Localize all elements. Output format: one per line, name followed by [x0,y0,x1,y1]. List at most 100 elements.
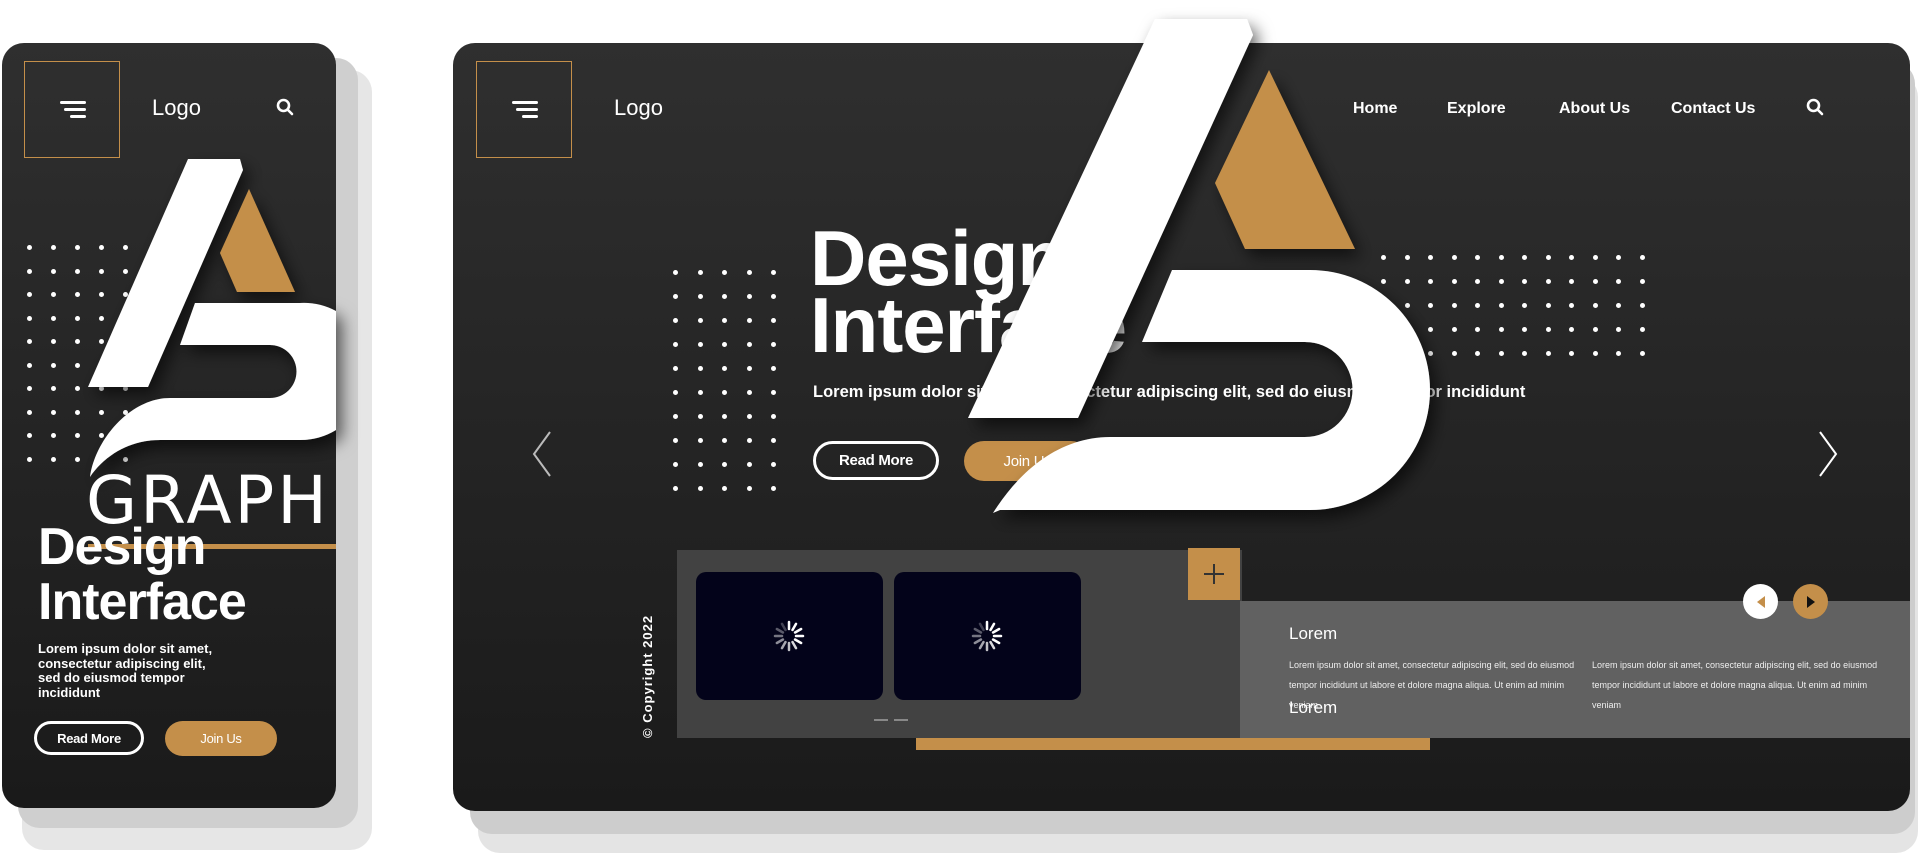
prev-button[interactable] [1743,584,1778,619]
dot [1428,303,1433,308]
dot [27,362,32,368]
dot [1381,303,1386,308]
nav-explore[interactable]: Explore [1447,100,1506,118]
dot [697,342,703,347]
dot [1475,327,1480,332]
dot [1475,351,1480,356]
dot [51,409,56,415]
dot [697,414,703,419]
dot [51,292,56,297]
dot [75,433,80,438]
dot [27,456,32,462]
dot [51,456,56,462]
dot [99,433,104,438]
dot [771,414,776,419]
read-more-button[interactable]: Read More [813,441,939,480]
pagination-dash[interactable] [874,719,888,721]
dot [1545,351,1551,356]
dot [1569,351,1574,356]
dot [1498,351,1504,356]
dot [722,342,727,347]
nav-home[interactable]: Home [1353,100,1397,118]
dot [1404,255,1410,260]
dot [1451,303,1457,308]
video-card[interactable] [696,572,883,700]
pagination-dash[interactable] [894,719,908,721]
dot [99,362,104,368]
dot [1639,303,1645,308]
next-button[interactable] [1793,584,1828,619]
dot [27,292,32,297]
dot [1616,351,1621,356]
dot [673,414,678,419]
dot [673,486,678,491]
dot [697,390,703,395]
dot [771,270,776,275]
dot [673,390,678,395]
dot [75,245,80,250]
logo[interactable]: Logo [152,95,201,121]
dot [75,339,80,344]
dot [1475,279,1480,284]
dot [99,292,104,297]
dot [722,294,727,299]
info-text: Lorem ipsum dolor sit amet, consectetur … [1592,660,1878,710]
dot [123,339,128,344]
dot [99,245,104,250]
dot [75,362,80,368]
dot [722,462,727,467]
add-button[interactable] [1188,548,1240,600]
dot [1592,303,1598,308]
dot [722,366,727,371]
dot [51,339,56,344]
logo[interactable]: Logo [614,95,663,121]
triangle-left-icon [1756,595,1765,608]
dot [1616,279,1621,284]
menu-button[interactable] [24,61,120,158]
nav-contact-us[interactable]: Contact Us [1671,100,1755,118]
dot [1498,279,1504,284]
search-icon[interactable] [1806,98,1824,116]
dot [673,318,678,323]
dot [673,438,678,443]
menu-icon [58,100,86,119]
hero-title-line2: Interface [810,281,1127,370]
dot [1404,279,1410,284]
dot [123,268,128,274]
menu-button[interactable] [476,61,572,158]
video-card[interactable] [894,572,1081,700]
dot [722,270,727,275]
info-heading: Lorem [1289,624,1338,643]
dot [697,486,703,491]
dot [27,409,32,415]
chevron-left-icon[interactable] [530,430,554,478]
dot [99,315,104,321]
dot [722,486,727,491]
dot [51,245,56,250]
dot [1381,255,1386,260]
nav-about-us[interactable]: About Us [1559,100,1630,118]
dot [1616,327,1621,332]
dot [1522,255,1527,260]
plus-icon [1204,564,1224,584]
dot [746,342,752,347]
dot [771,462,776,467]
dot [1381,327,1386,332]
dot [697,294,703,299]
join-us-button[interactable]: Join Us [165,721,277,756]
search-icon[interactable] [276,98,294,116]
dot [123,315,128,321]
read-more-button[interactable]: Read More [34,721,144,755]
chevron-right-icon[interactable] [1816,430,1840,478]
dot [746,390,752,395]
dot [1569,279,1574,284]
dot [75,456,80,462]
join-us-button[interactable]: Join Us [964,441,1091,481]
dot [673,366,678,371]
dot [1428,351,1433,356]
dot [1498,255,1504,260]
dot [75,268,80,274]
dot [1451,327,1457,332]
dot [75,315,80,321]
dot [746,462,752,467]
